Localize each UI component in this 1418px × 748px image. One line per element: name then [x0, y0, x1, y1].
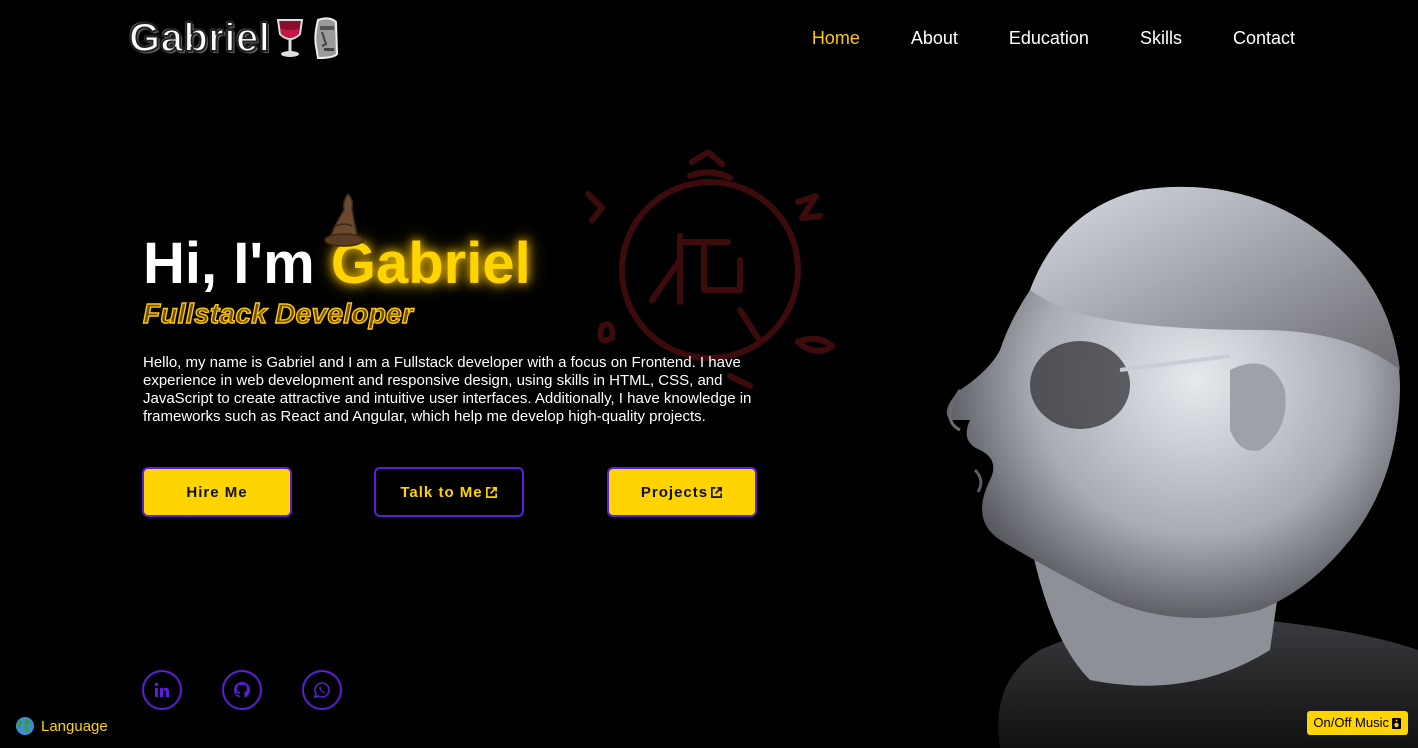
nav-contact[interactable]: Contact [1233, 27, 1295, 49]
nav-about[interactable]: About [911, 27, 958, 49]
profile-portrait [946, 186, 1418, 748]
projects-label: Projects [640, 483, 709, 501]
hero-section: Hi, I'm Gabriel Fullstack Developer Hell… [142, 192, 763, 441]
language-selector[interactable]: Language [15, 716, 108, 736]
hero-intro: Hello, my name is Gabriel and I am a Ful… [143, 354, 752, 425]
nav-education[interactable]: Education [1009, 27, 1089, 49]
hero-heading: Hi, I'm Gabriel [143, 226, 763, 302]
speaker-icon [1392, 717, 1401, 729]
talk-to-me-button[interactable]: Talk to Me [374, 467, 524, 517]
logo[interactable]: Gabriel [128, 14, 342, 62]
hire-me-label: Hire Me [186, 483, 248, 501]
external-link-icon [485, 486, 497, 498]
projects-button[interactable]: Projects [607, 467, 757, 517]
github-icon [233, 682, 251, 698]
hero-greeting: Hi, I'm [143, 231, 331, 296]
whatsapp-link[interactable] [302, 670, 342, 710]
nav-home[interactable]: Home [812, 27, 860, 49]
music-toggle-button[interactable]: On/Off Music [1307, 711, 1408, 735]
github-link[interactable] [222, 670, 262, 710]
globe-icon [16, 717, 34, 735]
talk-to-me-label: Talk to Me [400, 483, 483, 501]
linkedin-link[interactable] [142, 670, 182, 710]
whatsapp-icon [313, 682, 330, 699]
wine-glass-icon [277, 19, 304, 57]
music-label: On/Off Music [1313, 715, 1389, 730]
main-nav: Home About Education Skills Contact [812, 27, 1295, 49]
moai-icon [314, 17, 339, 60]
linkedin-icon [154, 682, 169, 697]
page: Gabriel Home About Education Skills Cont… [0, 0, 1418, 748]
hire-me-button[interactable]: Hire Me [142, 467, 292, 517]
language-label: Language [41, 717, 108, 735]
logo-text: Gabriel [128, 15, 271, 61]
nav-skills[interactable]: Skills [1140, 27, 1182, 49]
external-link-icon [711, 486, 723, 498]
wizard-hat-icon [324, 192, 364, 247]
hero-role: Fullstack Developer [142, 297, 414, 329]
